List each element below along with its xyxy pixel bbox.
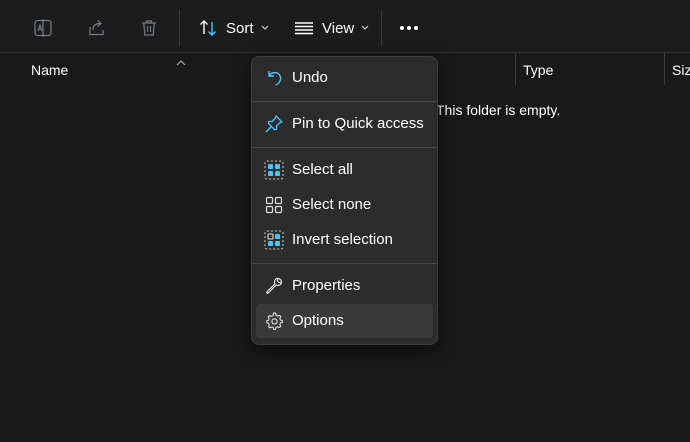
menu-item-label: Select all — [292, 161, 353, 178]
view-icon — [294, 18, 314, 38]
delete-button[interactable] — [132, 10, 166, 46]
command-bar: Sort View — [0, 0, 690, 53]
toolbar-divider — [381, 10, 382, 46]
menu-item-undo[interactable]: Undo — [256, 61, 433, 95]
gear-icon — [264, 311, 284, 331]
menu-divider — [252, 101, 437, 102]
chevron-up-icon — [176, 53, 186, 71]
chevron-down-icon — [261, 25, 269, 31]
menu-item-label: Select none — [292, 196, 372, 213]
menu-item-label: Options — [292, 312, 344, 329]
menu-item-pin-to-quick-access[interactable]: Pin to Quick access — [256, 107, 433, 141]
menu-item-label: Pin to Quick access — [292, 115, 424, 132]
sort-button[interactable]: Sort — [192, 10, 280, 46]
trash-icon — [139, 18, 159, 38]
column-name[interactable]: Name — [31, 62, 68, 78]
empty-folder-message: This folder is empty. — [436, 102, 561, 118]
share-button[interactable] — [80, 10, 114, 46]
rename-button[interactable] — [26, 10, 60, 46]
wrench-icon — [264, 276, 284, 296]
column-size[interactable]: Size — [672, 62, 690, 78]
file-explorer-window: Sort View Name Type Siz This folder is e… — [0, 0, 690, 442]
pin-icon — [264, 114, 284, 134]
menu-item-label: Invert selection — [292, 231, 393, 248]
menu-item-select-none[interactable]: Select none — [256, 188, 433, 222]
column-type[interactable]: Type — [523, 62, 553, 78]
sort-icon — [198, 18, 218, 38]
menu-item-label: Properties — [292, 277, 361, 294]
column-divider[interactable] — [515, 53, 516, 85]
menu-item-properties[interactable]: Properties — [256, 269, 433, 303]
sort-label: Sort — [226, 19, 254, 37]
menu-item-invert-selection[interactable]: Invert selection — [256, 223, 433, 257]
see-more-menu: Undo Pin to Quick access Select all Sele… — [251, 56, 438, 345]
column-divider[interactable] — [664, 53, 665, 85]
view-button[interactable]: View — [288, 10, 376, 46]
menu-item-options[interactable]: Options — [256, 304, 433, 338]
more-icon — [399, 25, 419, 31]
rename-icon — [33, 18, 53, 38]
menu-item-select-all[interactable]: Select all — [256, 153, 433, 187]
menu-item-label: Undo — [292, 69, 328, 86]
menu-divider — [252, 263, 437, 264]
chevron-down-icon — [361, 25, 369, 31]
undo-icon — [264, 68, 284, 88]
menu-divider — [252, 147, 437, 148]
share-icon — [87, 18, 107, 38]
select-none-icon — [264, 195, 284, 215]
see-more-button[interactable] — [392, 10, 426, 46]
toolbar-divider — [179, 10, 180, 46]
invert-selection-icon — [264, 230, 284, 250]
view-label: View — [322, 19, 355, 37]
select-all-icon — [264, 160, 284, 180]
